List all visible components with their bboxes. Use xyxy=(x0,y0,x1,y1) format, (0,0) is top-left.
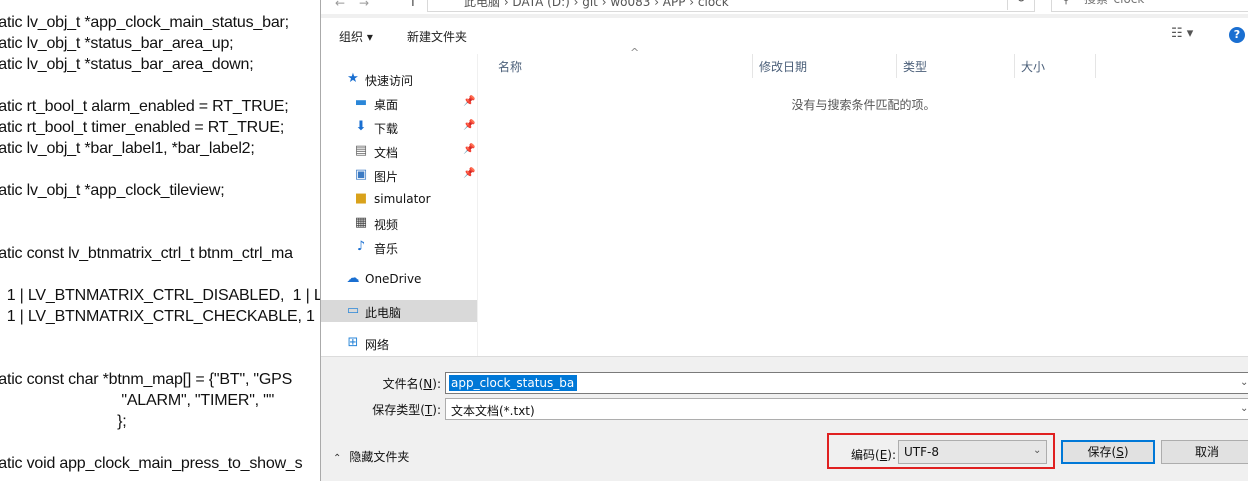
refresh-button[interactable]: ↻ xyxy=(1007,0,1034,10)
dialog-footer: ⌃ 隐藏文件夹 编码(E): UTF-8 ⌄ 保存(S) 取消 xyxy=(321,430,1248,481)
network-icon: ⊞ xyxy=(347,335,359,350)
hide-folders-toggle[interactable]: ⌃ 隐藏文件夹 xyxy=(333,448,409,465)
cloud-icon: ☁ xyxy=(346,271,360,286)
nav-item-label: 音乐 xyxy=(374,242,399,256)
code-line: tatic rt_bool_t alarm_enabled = RT_TRUE; xyxy=(0,98,289,115)
nav-item-documents[interactable]: ▤ 文档 📌 xyxy=(321,140,477,162)
refresh-icon: ↻ xyxy=(1016,0,1026,5)
nav-item-downloads[interactable]: ⬇ 下载 📌 xyxy=(321,116,477,138)
column-header-label: 名称 xyxy=(498,60,523,74)
nav-item-label: 快速访问 xyxy=(365,74,414,88)
help-icon[interactable]: ? xyxy=(1229,27,1245,43)
nav-item-music[interactable]: ♪ 音乐 xyxy=(321,236,477,258)
nav-item-label: 文档 xyxy=(374,146,399,160)
nav-item-quick-access[interactable]: ★ 快速访问 xyxy=(321,68,477,90)
filename-field[interactable]: ⌄ xyxy=(445,372,1248,394)
file-list[interactable]: 名称 ^ 修改日期 类型 大小 没有与搜索条件匹配的项。 xyxy=(478,46,1248,356)
navigation-pane[interactable]: ★ 快速访问 ▬ 桌面 📌 ⬇ 下载 📌 ▤ 文档 📌 ▣ 图片 📌 ■ sim… xyxy=(321,54,477,356)
chevron-up-icon: ⌃ xyxy=(333,453,342,464)
column-header-label: 大小 xyxy=(1021,60,1046,74)
back-arrow-icon[interactable]: ← xyxy=(335,0,345,10)
column-header-label: 修改日期 xyxy=(759,60,808,74)
computer-icon: ▭ xyxy=(346,303,360,318)
video-icon: ▦ xyxy=(354,215,368,230)
code-line: tatic lv_obj_t *bar_label1, *bar_label2; xyxy=(0,140,255,157)
music-icon: ♪ xyxy=(356,239,366,254)
download-icon: ⬇ xyxy=(355,119,367,134)
empty-message: 没有与搜索条件匹配的项。 xyxy=(791,98,936,112)
nav-item-label: 视频 xyxy=(374,218,399,232)
chevron-down-icon[interactable]: ⌄ xyxy=(1240,377,1248,388)
filename-input[interactable] xyxy=(449,375,577,391)
encoding-select[interactable]: UTF-8 ⌄ xyxy=(898,440,1047,464)
nav-item-videos[interactable]: ▦ 视频 xyxy=(321,212,477,234)
code-line: tatic void app_clock_main_press_to_show_… xyxy=(0,455,303,472)
nav-item-label: OneDrive xyxy=(365,272,422,286)
organize-button[interactable]: 组织 ▾ xyxy=(339,28,373,45)
document-icon: ▤ xyxy=(354,143,368,158)
nav-item-label: 图片 xyxy=(374,170,399,184)
desktop-icon: ▬ xyxy=(354,95,368,110)
star-icon: ★ xyxy=(347,71,359,86)
code-line: }; xyxy=(0,413,127,430)
search-icon: ⚲ xyxy=(1062,0,1070,6)
up-arrow-icon[interactable]: ↑ xyxy=(407,0,419,10)
pin-icon[interactable]: 📌 xyxy=(463,168,475,179)
filetype-select[interactable]: 文本文档(*.txt) ⌄ xyxy=(445,398,1248,420)
column-header-size[interactable]: 大小 xyxy=(1015,54,1096,78)
nav-item-label: 网络 xyxy=(365,338,390,352)
sort-ascending-icon: ^ xyxy=(630,46,640,59)
filetype-value: 文本文档(*.txt) xyxy=(451,404,535,418)
filetype-label: 保存类型(T): xyxy=(372,403,441,417)
pin-icon[interactable]: 📌 xyxy=(463,120,475,131)
folder-warning-icon: ■ xyxy=(354,191,368,206)
nav-item-this-pc[interactable]: ▭ 此电脑 xyxy=(321,300,477,322)
code-line: tatic const char *btnm_map[] = {"BT", "G… xyxy=(0,371,293,388)
column-header-type[interactable]: 类型 xyxy=(897,54,1015,78)
code-editor-background: tatic lv_obj_t *app_clock_main_status_ba… xyxy=(0,0,320,481)
code-line: tatic lv_obj_t *status_bar_area_up; xyxy=(0,35,234,52)
code-line: tatic lv_obj_t *app_clock_tileview; xyxy=(0,182,225,199)
pictures-icon: ▣ xyxy=(354,167,368,182)
breadcrumb: 此电脑 › DATA (D:) › git › wo083 › APP › cl… xyxy=(464,0,729,9)
column-header-date[interactable]: 修改日期 xyxy=(753,54,897,78)
nav-item-desktop[interactable]: ▬ 桌面 📌 xyxy=(321,92,477,114)
code-line: 1 | LV_BTNMATRIX_CTRL_DISABLED, 1 | L xyxy=(0,287,320,304)
pane-divider xyxy=(321,356,1248,357)
search-box[interactable]: ⚲ xyxy=(1051,0,1248,12)
code-line: "ALARM", "TIMER", "" xyxy=(0,392,275,409)
forward-arrow-icon[interactable]: → xyxy=(359,0,369,10)
address-bar[interactable]: 此电脑 › DATA (D:) › git › wo083 › APP › cl… xyxy=(427,0,1035,12)
chevron-down-icon[interactable]: ⌄ xyxy=(1240,403,1248,414)
column-header-label: 类型 xyxy=(903,60,928,74)
encoding-label: 编码(E): xyxy=(851,448,897,462)
nav-item-onedrive[interactable]: ☁ OneDrive xyxy=(321,268,477,290)
nav-item-network[interactable]: ⊞ 网络 xyxy=(321,332,477,354)
save-button[interactable]: 保存(S) xyxy=(1061,440,1155,464)
nav-item-label: 桌面 xyxy=(374,98,399,112)
chevron-down-icon: ⌄ xyxy=(1033,445,1042,456)
nav-item-label: 此电脑 xyxy=(365,306,402,320)
address-row: ← → ↑ 此电脑 › DATA (D:) › git › wo083 › AP… xyxy=(321,0,1248,14)
code-line: 1 | LV_BTNMATRIX_CTRL_CHECKABLE, 1 xyxy=(0,308,315,325)
pin-icon[interactable]: 📌 xyxy=(463,144,475,155)
new-folder-button[interactable]: 新建文件夹 xyxy=(407,28,467,45)
nav-item-simulator[interactable]: ■ simulator xyxy=(321,188,477,210)
code-line: tatic rt_bool_t timer_enabled = RT_TRUE; xyxy=(0,119,285,136)
code-line: tatic lv_obj_t *status_bar_area_down; xyxy=(0,56,254,73)
pin-icon[interactable]: 📌 xyxy=(463,96,475,107)
view-options-button[interactable]: ☷ ▾ xyxy=(1171,26,1193,41)
column-header-name[interactable]: 名称 ^ xyxy=(492,46,753,78)
save-as-dialog: ← → ↑ 此电脑 › DATA (D:) › git › wo083 › AP… xyxy=(320,0,1248,481)
code-line: tatic lv_obj_t *app_clock_main_status_ba… xyxy=(0,14,289,31)
code-line: tatic const lv_btnmatrix_ctrl_t btnm_ctr… xyxy=(0,245,293,262)
encoding-value: UTF-8 xyxy=(904,445,939,459)
nav-item-pictures[interactable]: ▣ 图片 📌 xyxy=(321,164,477,186)
filename-label: 文件名(N): xyxy=(382,377,441,391)
search-input[interactable] xyxy=(1082,0,1246,7)
cancel-button[interactable]: 取消 xyxy=(1161,440,1248,464)
nav-item-label: 下载 xyxy=(374,122,399,136)
command-bar: 组织 ▾ 新建文件夹 ☷ ▾ ? xyxy=(321,18,1248,54)
nav-item-label: simulator xyxy=(374,192,431,206)
